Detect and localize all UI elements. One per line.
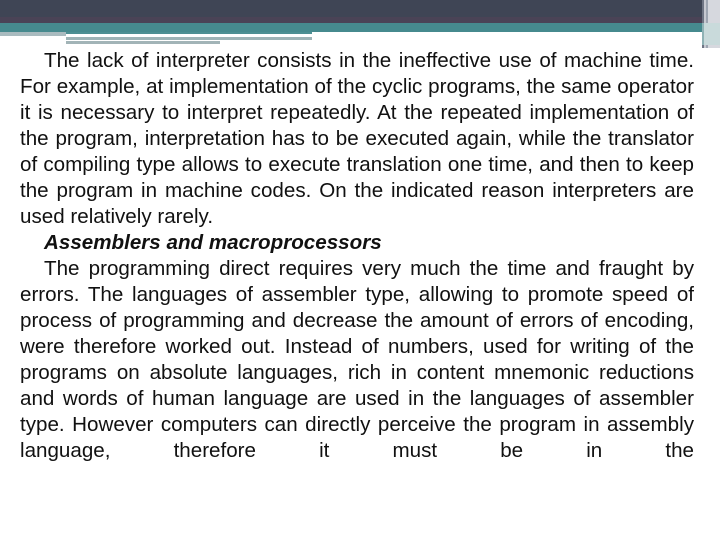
section-heading: Assemblers and macroprocessors	[44, 231, 382, 254]
accent-line-upper	[66, 32, 312, 40]
teal-accent-stripe	[0, 23, 720, 32]
right-edge-teal-decoration	[702, 23, 720, 45]
slide-body: The lack of interpreter consists in the …	[20, 48, 694, 464]
slide: The lack of interpreter consists in the …	[0, 0, 720, 540]
light-accent-stripe	[0, 32, 66, 36]
paragraph-interpreter-drawbacks: The lack of interpreter consists in the …	[20, 49, 694, 228]
paragraph-assemblers: The programming direct requires very muc…	[20, 257, 694, 462]
accent-line-lower	[66, 41, 220, 44]
